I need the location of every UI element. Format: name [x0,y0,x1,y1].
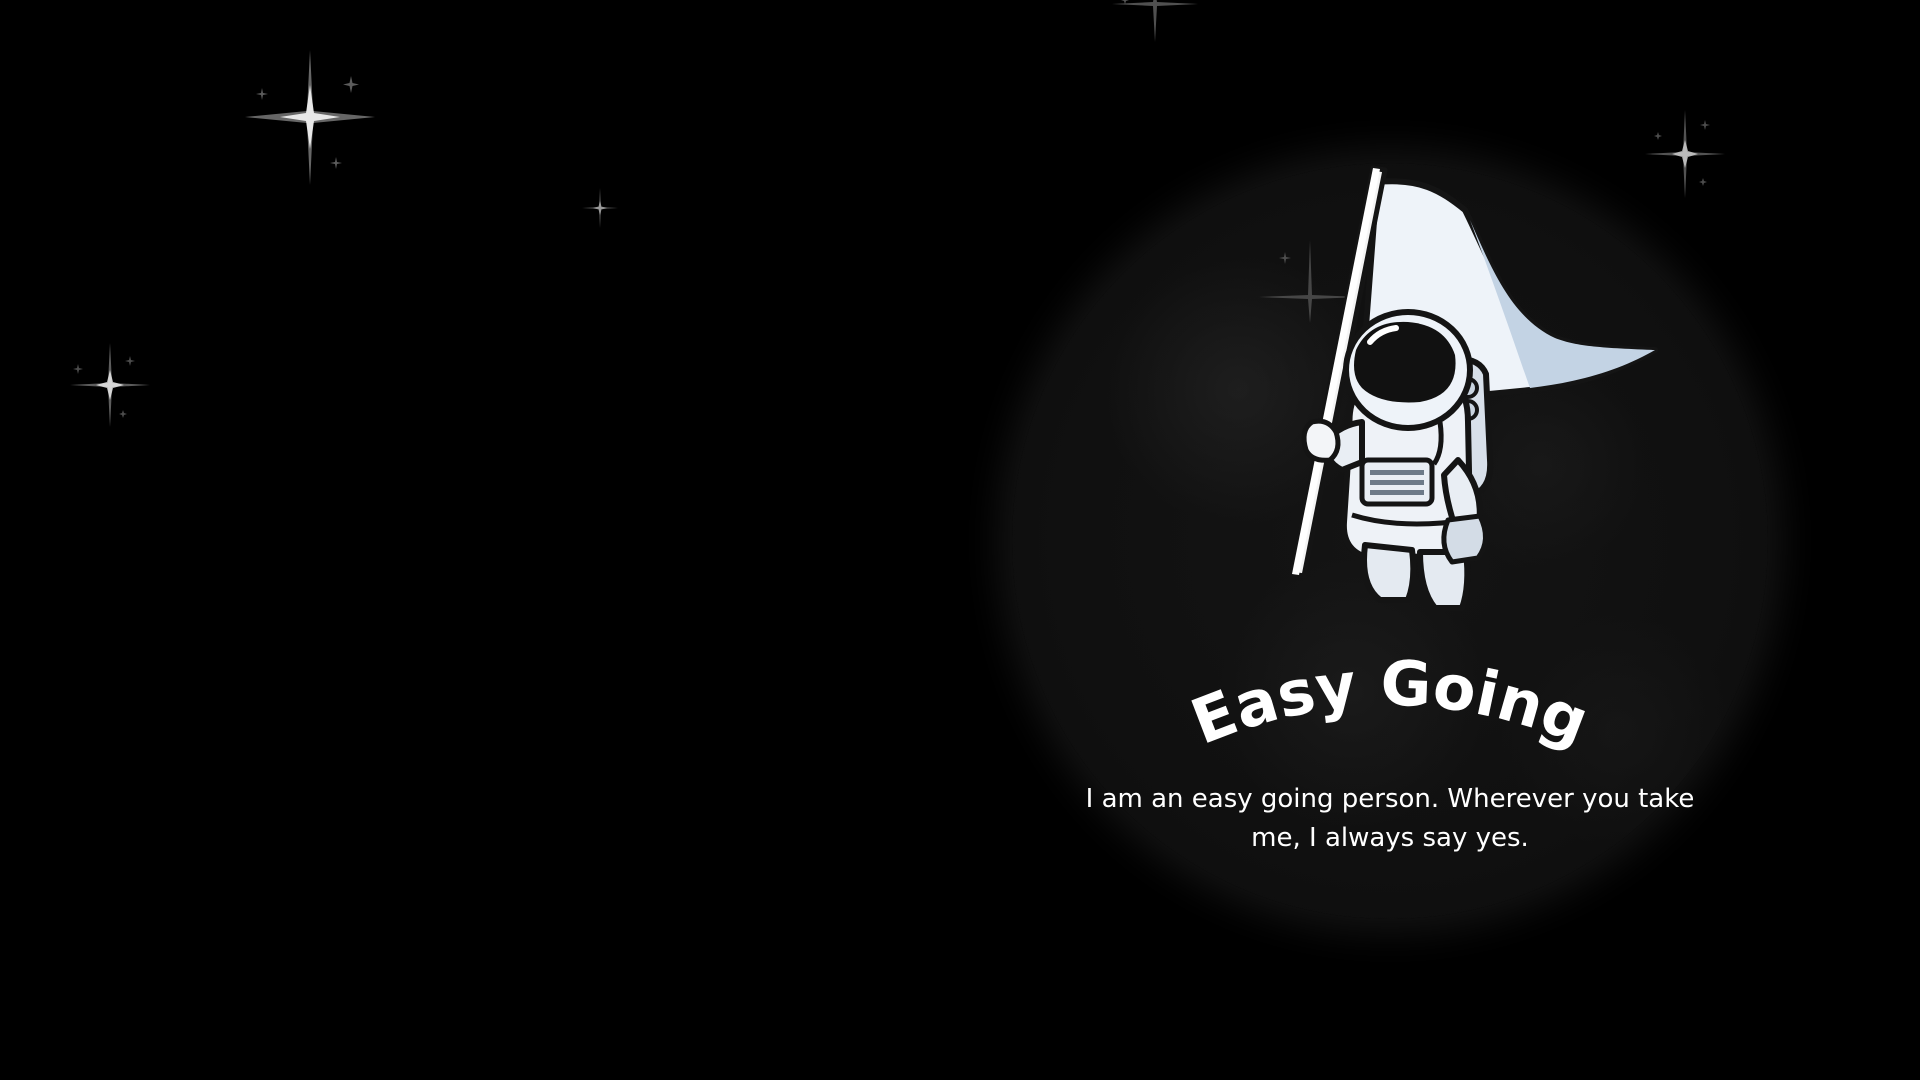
page: Easy Going I am an easy going person. Wh… [0,0,1920,1080]
card-title-text: Easy Going [1181,646,1598,758]
sparkle-icon [582,188,618,228]
astronaut-with-flag-icon [1289,165,1658,611]
svg-text:Easy Going: Easy Going [1181,646,1598,758]
card-title: Easy Going [1180,630,1600,760]
card-description: I am an easy going person. Wherever you … [1085,784,1695,853]
sparkle-icon [1112,0,1198,42]
sparkle-icon [70,343,150,427]
sparkle-icon [245,50,375,185]
